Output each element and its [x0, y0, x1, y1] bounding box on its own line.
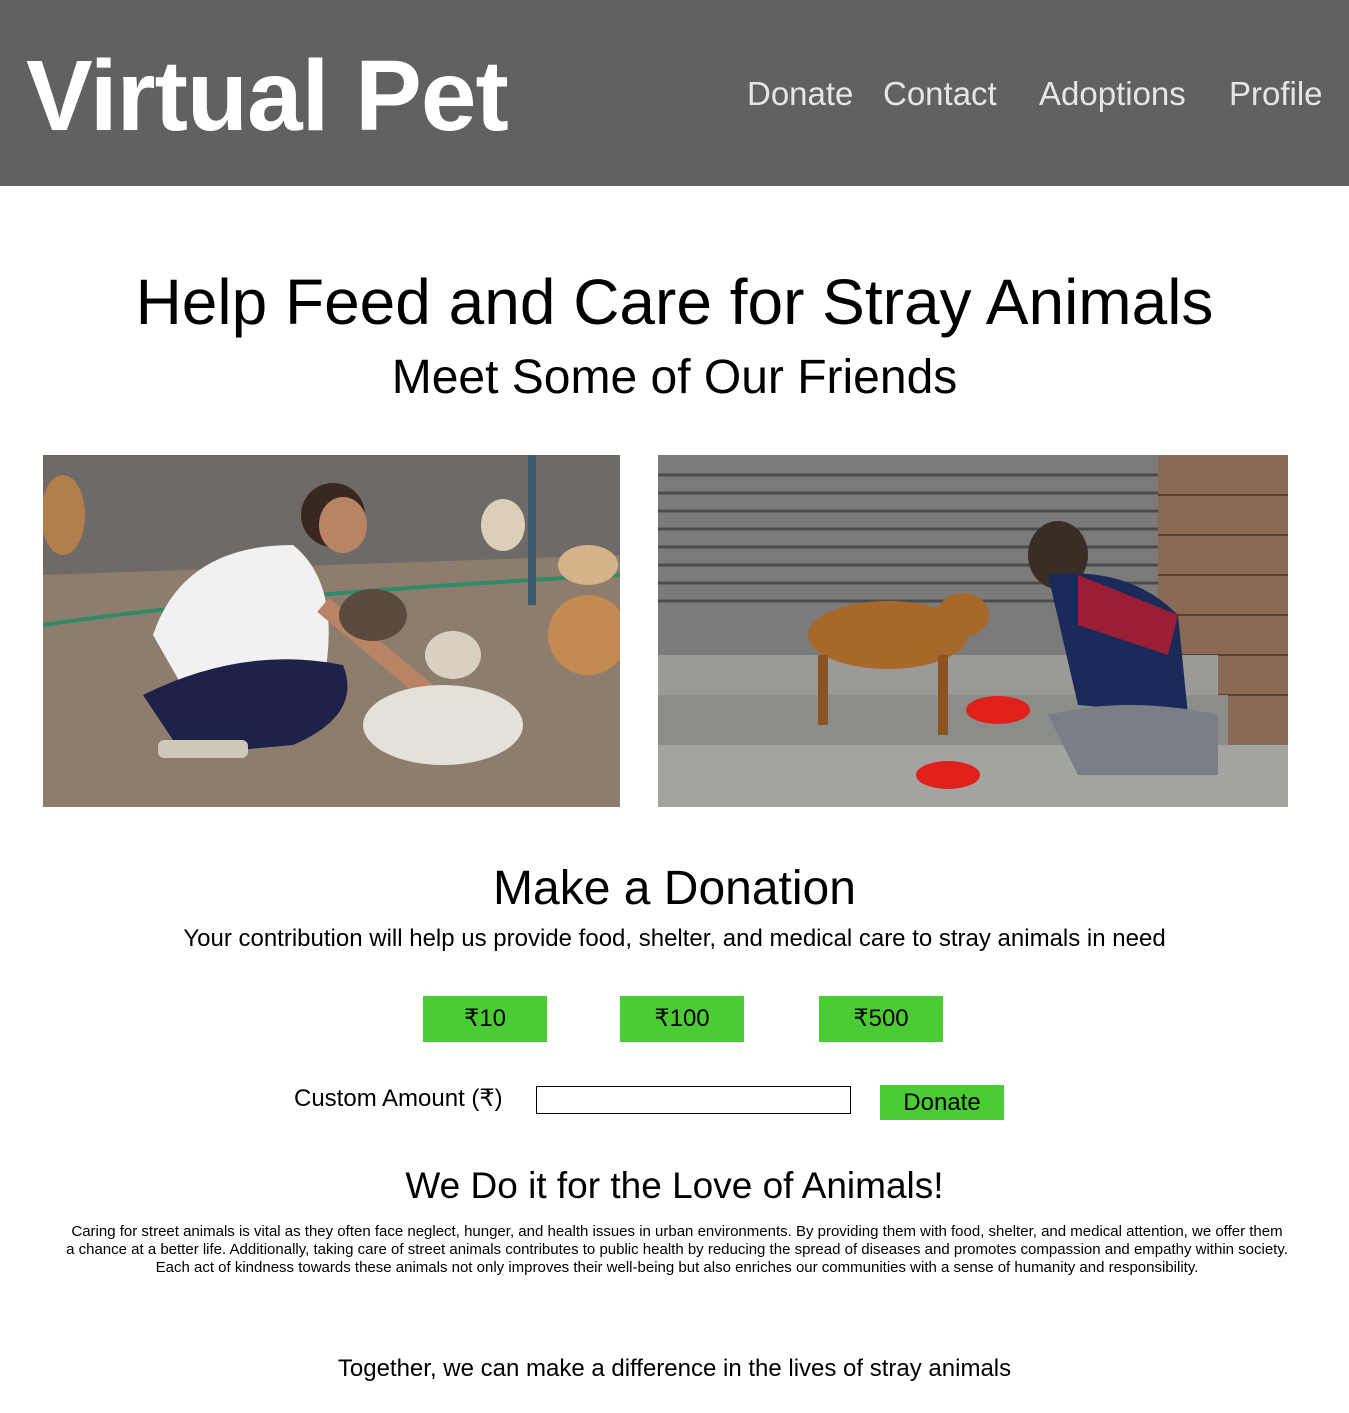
- friends-subtitle: Meet Some of Our Friends: [391, 351, 958, 404]
- donation-description: Your contribution will help us provide f…: [183, 925, 1166, 952]
- donate-10-button[interactable]: ₹10: [423, 996, 547, 1042]
- volunteer-with-dogs-photo: [43, 455, 620, 807]
- donation-title: Make a Donation: [493, 862, 856, 915]
- custom-amount-label: Custom Amount (₹): [294, 1085, 503, 1112]
- page-title: Help Feed and Care for Stray Animals: [135, 266, 1214, 338]
- custom-amount-input[interactable]: [536, 1086, 851, 1114]
- nav-link-profile[interactable]: Profile: [1229, 74, 1323, 114]
- nav-link-contact[interactable]: Contact: [883, 74, 997, 114]
- site-header: Virtual Pet Donate Contact Adoptions Pro…: [0, 0, 1349, 186]
- about-paragraph: Caring for street animals is vital as th…: [66, 1223, 1288, 1276]
- donate-500-button[interactable]: ₹500: [819, 996, 943, 1042]
- nav-link-adoptions[interactable]: Adoptions: [1039, 74, 1186, 114]
- donate-100-button[interactable]: ₹100: [620, 996, 744, 1042]
- site-logo-title[interactable]: Virtual Pet: [26, 36, 509, 156]
- about-title: We Do it for the Love of Animals!: [405, 1165, 944, 1206]
- man-feeding-dog-photo: [658, 455, 1288, 807]
- closing-statement: Together, we can make a difference in th…: [337, 1355, 1012, 1382]
- nav-link-donate[interactable]: Donate: [747, 74, 853, 114]
- donate-submit-button[interactable]: Donate: [880, 1085, 1004, 1120]
